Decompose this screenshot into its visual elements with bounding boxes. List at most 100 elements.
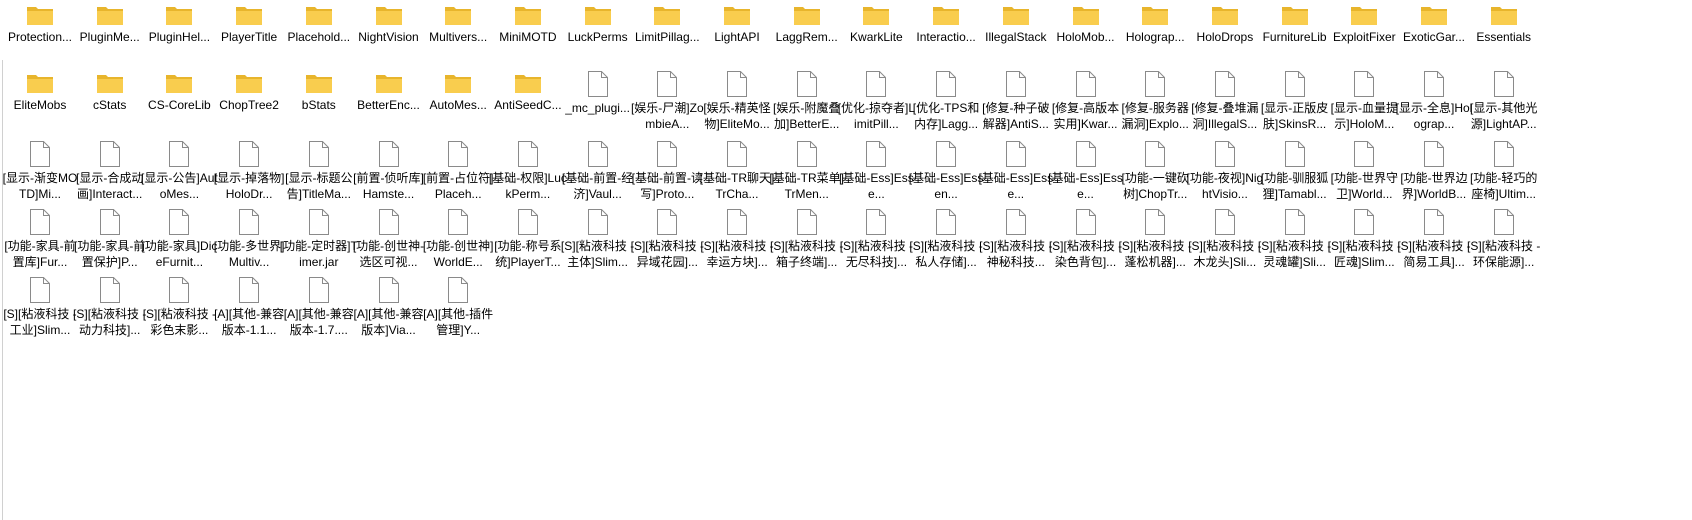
file-item[interactable]: [功能-多世界]Multiv... (211, 200, 287, 270)
file-item[interactable]: [功能-家具-前置保护]P... (72, 200, 148, 270)
file-item[interactable]: [优化-TPS和内存]Lagg... (908, 62, 984, 132)
folder-item[interactable]: cStats (72, 72, 148, 126)
file-item[interactable]: [A][其他-兼容版本-1.1... (211, 268, 287, 338)
file-item[interactable]: [功能-夜视]NightVisio... (1187, 132, 1263, 202)
file-item[interactable]: [S][粘液科技 - 染色背包]... (1048, 200, 1124, 270)
file-item[interactable]: [基础-TR菜单]TrMen... (769, 132, 845, 202)
folder-item[interactable]: FurnitureLib (1257, 4, 1333, 58)
file-item[interactable]: [功能-家具-前置库]Fur... (2, 200, 78, 270)
folder-item[interactable]: PlayerTitle (211, 4, 287, 58)
file-item[interactable]: [S][粘液科技 - 匠魂]Slim... (1326, 200, 1402, 270)
file-item[interactable]: [显示-合成动画]Interact... (72, 132, 148, 202)
file-item[interactable]: [S][粘液科技 - 简易工具]... (1396, 200, 1472, 270)
folder-item[interactable]: IllegalStack (978, 4, 1054, 58)
file-item[interactable]: [显示-标题公告]TitleMa... (281, 132, 357, 202)
file-item[interactable]: [显示-正版皮肤]SkinsR... (1257, 62, 1333, 132)
file-item[interactable]: [基础-前置-经济]Vaul... (560, 132, 636, 202)
folder-item[interactable]: LuckPerms (560, 4, 636, 58)
folder-item[interactable]: PluginMe... (72, 4, 148, 58)
folder-item[interactable]: ExploitFixer (1326, 4, 1402, 58)
file-item[interactable]: [S][粘液科技 - 蓬松机器]... (1117, 200, 1193, 270)
folder-item[interactable]: HoloMob... (1048, 4, 1124, 58)
folder-item[interactable]: Multivers... (420, 4, 496, 58)
file-item[interactable]: [功能-轻巧的座椅]Ultim... (1466, 132, 1542, 202)
file-item[interactable]: [功能-世界守卫]World... (1326, 132, 1402, 202)
file-item[interactable]: [功能-一键砍树]ChopTr... (1117, 132, 1193, 202)
folder-item[interactable]: ChopTree2 (211, 72, 287, 126)
file-item[interactable]: [功能-称号系统]PlayerT... (490, 200, 566, 270)
folder-item[interactable]: KwarkLite (838, 4, 914, 58)
file-item[interactable]: [修复-叠堆漏洞]IllegalS... (1187, 62, 1263, 132)
file-item[interactable]: [娱乐-精英怪物]EliteMo... (699, 62, 775, 132)
file-list-pane[interactable]: Protection... PluginMe... PluginHel... Play… (0, 0, 1692, 520)
file-item[interactable]: [A][其他-插件管理]Y... (420, 268, 496, 338)
folder-item[interactable]: LightAPI (699, 4, 775, 58)
file-item[interactable]: [S][粘液科技 - 异域花园]... (629, 200, 705, 270)
folder-item[interactable]: Holograp... (1117, 4, 1193, 58)
file-item[interactable]: [基础-Ess]Esse... (838, 132, 914, 202)
file-item[interactable]: [S][粘液科技 - 无尽科技]... (838, 200, 914, 270)
file-item[interactable]: [S][粘液科技 - 彩色末影... (141, 268, 217, 338)
file-item[interactable]: [功能-驯服狐狸]Tamabl... (1257, 132, 1333, 202)
file-item[interactable]: [前置-侦听库]Hamste... (351, 132, 427, 202)
file-item[interactable]: [基础-Ess]Esse... (978, 132, 1054, 202)
file-item[interactable]: [优化-掠夺者]LimitPill... (838, 62, 915, 132)
file-item[interactable]: [S][粘液科技 - 神秘科技... (978, 200, 1054, 270)
item-label: LaggRem... (775, 30, 838, 44)
folder-item[interactable]: AutoMes... (420, 72, 496, 126)
folder-item[interactable]: CS-CoreLib (141, 72, 217, 126)
file-item[interactable]: [功能-家具]DiceFurnit... (141, 200, 217, 270)
file-item[interactable]: [修复-服务器漏洞]Explo... (1117, 62, 1193, 132)
file-item[interactable]: [S][粘液科技 - 木龙头]Sli... (1187, 200, 1263, 270)
folder-item[interactable]: PluginHel... (141, 4, 217, 58)
file-item[interactable]: [功能-创世神-选区可视... (351, 200, 427, 270)
file-icon (1072, 62, 1100, 98)
folder-item[interactable]: LaggRem... (769, 4, 845, 58)
file-item[interactable]: [功能-世界边界]WorldB... (1396, 132, 1472, 202)
file-item[interactable]: [基础-TR聊天]TrCha... (699, 132, 775, 202)
file-item[interactable]: [S][粘液科技 - 幸运方块]... (699, 200, 775, 270)
file-item[interactable]: [显示-公告]AutoMes... (141, 132, 218, 202)
file-item[interactable]: [娱乐-附魔叠加]BetterE... (769, 62, 845, 132)
file-item[interactable]: [功能-定时器]Timer.jar (280, 200, 358, 270)
file-item[interactable]: [显示-血量提示]HoloM... (1326, 62, 1402, 132)
file-item[interactable]: [基础-前置-读写]Proto... (629, 132, 705, 202)
folder-item[interactable]: HoloDrops (1187, 4, 1263, 58)
file-item[interactable]: [显示-其他光源]LightAP... (1466, 62, 1542, 132)
folder-item[interactable]: NightVision (351, 4, 427, 58)
file-item[interactable]: [S][粘液科技 - 私人存储]... (908, 200, 984, 270)
folder-item[interactable]: LimitPillag... (629, 4, 705, 58)
folder-item[interactable]: BetterEnc... (351, 72, 427, 126)
file-item[interactable]: [修复-种子破解器]AntiS... (978, 62, 1054, 132)
file-item[interactable]: [娱乐-尸潮]ZombieA... (629, 62, 705, 132)
file-item[interactable]: [修复-高版本实用]Kwar... (1048, 62, 1124, 132)
folder-item[interactable]: Placehold... (281, 4, 357, 58)
file-item[interactable]: [S][粘液科技 - 工业]Slim... (2, 268, 78, 338)
file-item[interactable]: [A][其他-兼容版本]Via... (351, 268, 427, 338)
file-item[interactable]: [基础-Ess]Essen... (908, 132, 984, 202)
file-item[interactable]: [前置-占位符]Placeh... (420, 132, 496, 202)
folder-item[interactable]: AntiSeedC... (490, 72, 566, 126)
file-item[interactable]: [S][粘液科技 - 环保能源]... (1466, 200, 1542, 270)
file-item[interactable]: [A][其他-兼容版本-1.7.... (281, 268, 357, 338)
file-item[interactable]: [显示-全息]Holograp... (1396, 62, 1472, 132)
file-icon (723, 62, 751, 98)
file-item[interactable]: _mc_plugi... (560, 62, 636, 132)
file-item[interactable]: [S][粘液科技 - 动力科技]... (72, 268, 148, 338)
item-label: [A][其他-插件管理]Y... (423, 307, 494, 337)
file-item[interactable]: [S][粘液科技 - 主体]Slim... (560, 200, 636, 270)
folder-item[interactable]: MiniMOTD (490, 4, 566, 58)
file-item[interactable]: [基础-Ess]Esse... (1048, 132, 1124, 202)
file-item[interactable]: [S][粘液科技 - 灵魂罐]Sli... (1257, 200, 1333, 270)
file-item[interactable]: [显示-掉落物]HoloDr... (211, 132, 287, 202)
folder-item[interactable]: Interactio... (908, 4, 984, 58)
folder-item[interactable]: ExoticGar... (1396, 4, 1472, 58)
file-item[interactable]: [S][粘液科技 - 箱子终端]... (769, 200, 845, 270)
folder-item[interactable]: Essentials (1466, 4, 1542, 58)
folder-item[interactable]: Protection... (2, 4, 78, 58)
file-item[interactable]: [显示-渐变MOTD]Mi... (2, 132, 78, 202)
file-item[interactable]: [基础-权限]LuckPerm... (489, 132, 567, 202)
file-item[interactable]: [功能-创世神]WorldE... (420, 200, 496, 270)
folder-item[interactable]: EliteMobs (2, 72, 78, 126)
folder-item[interactable]: bStats (281, 72, 357, 126)
